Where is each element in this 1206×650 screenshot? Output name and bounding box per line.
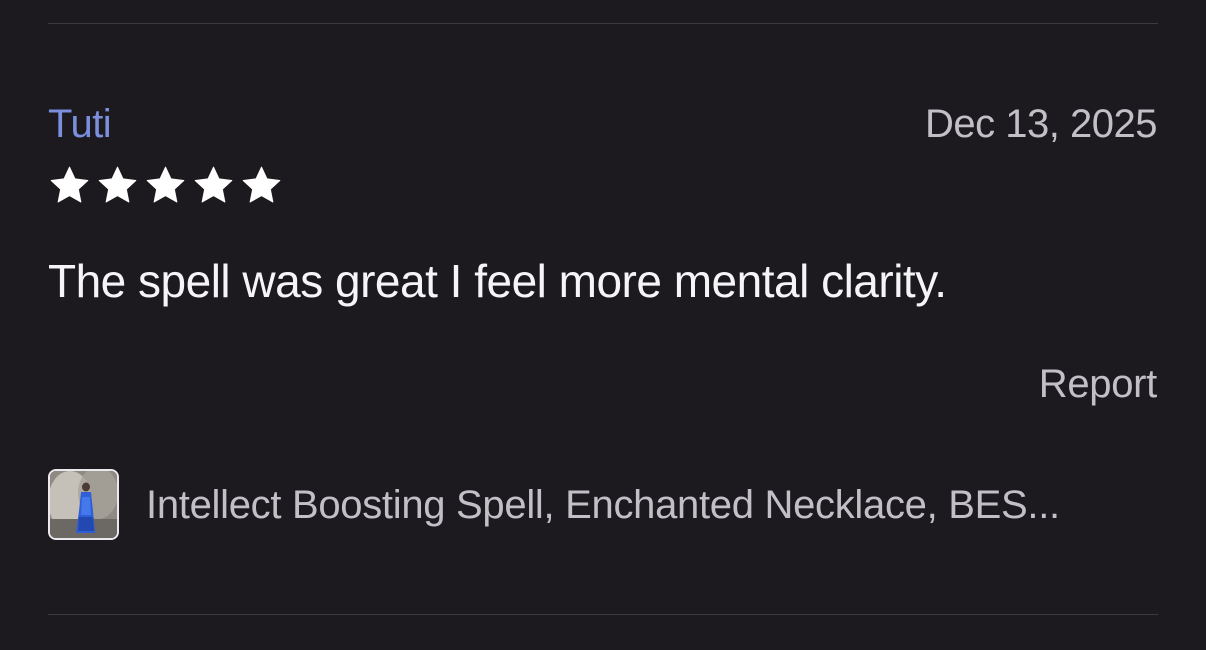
top-divider [48,23,1158,24]
reviewed-product-link[interactable]: Intellect Boosting Spell, Enchanted Neck… [48,467,1158,542]
review-text: The spell was great I feel more mental c… [48,255,947,307]
star-icon [98,166,137,203]
bottom-divider [48,614,1158,615]
product-thumbnail [48,469,119,540]
star-icon [242,166,281,203]
star-rating [48,164,283,207]
report-button[interactable]: Report [1039,360,1158,408]
review-date: Dec 13, 2025 [925,102,1157,146]
product-name: Intellect Boosting Spell, Enchanted Neck… [146,482,1060,527]
star-icon [194,166,233,203]
star-icon [146,166,185,203]
review-card: Tuti Dec 13, 2025 The spell was great I … [0,0,1206,650]
reviewer-name[interactable]: Tuti [48,100,112,148]
star-icon [50,166,89,203]
